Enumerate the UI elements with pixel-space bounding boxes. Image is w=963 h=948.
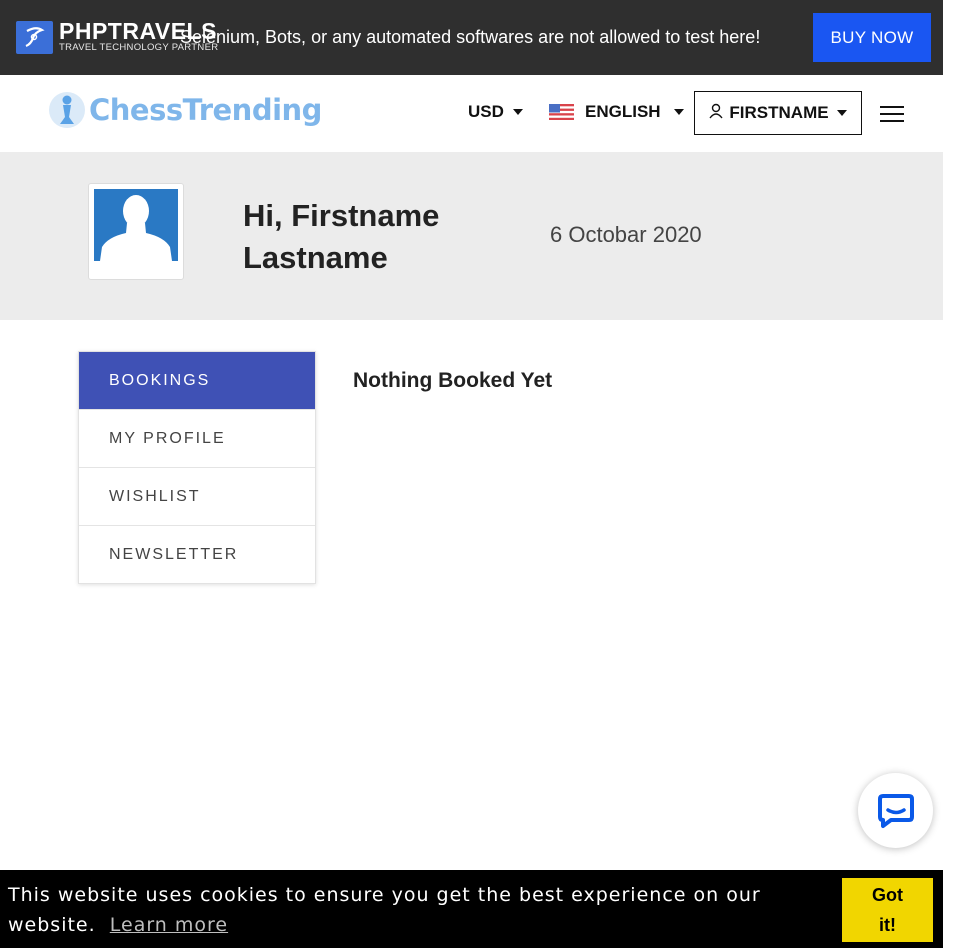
sidebar-item-bookings[interactable]: BOOKINGS	[79, 352, 315, 409]
chess-pawn-icon	[49, 92, 85, 128]
phptravels-logo-icon	[16, 21, 53, 54]
chat-bubble-icon	[877, 793, 914, 828]
live-chat-button[interactable]	[858, 773, 933, 848]
account-sidebar-menu: BOOKINGS MY PROFILE WISHLIST NEWSLETTER	[78, 351, 316, 584]
user-icon	[709, 103, 723, 119]
us-flag-icon	[549, 104, 574, 120]
avatar	[88, 183, 184, 280]
got-it-button[interactable]: Got it!	[842, 878, 933, 942]
currency-label: USD	[468, 102, 504, 121]
current-date: 6 Octobar 2020	[550, 222, 702, 247]
top-notice-bar: PHPTRAVELS TRAVEL TECHNOLOGY PARTNER Sel…	[0, 0, 943, 75]
learn-more-link[interactable]: Learn more	[110, 914, 228, 936]
sidebar-item-wishlist[interactable]: WISHLIST	[79, 467, 315, 525]
user-silhouette-icon	[94, 189, 178, 261]
cookie-consent-bar: This website uses cookies to ensure you …	[0, 870, 943, 948]
sidebar-item-my-profile[interactable]: MY PROFILE	[79, 409, 315, 467]
caret-down-icon	[512, 109, 523, 115]
caret-down-icon	[836, 110, 847, 116]
user-account-dropdown[interactable]: FIRSTNAME	[694, 91, 862, 135]
sidebar-item-newsletter[interactable]: NEWSLETTER	[79, 525, 315, 583]
hamburger-icon[interactable]	[880, 106, 904, 122]
bot-warning-notice: Selenium, Bots, or any automated softwar…	[180, 27, 761, 47]
greeting-text: Hi, Firstname Lastname	[243, 198, 440, 275]
chesstrending-logo[interactable]: ChessTrending	[48, 90, 322, 130]
profile-banner: Hi, Firstname Lastname 6 Octobar 2020	[0, 152, 943, 320]
got-it-label: Got it!	[872, 885, 903, 935]
cookie-message-block: This website uses cookies to ensure you …	[8, 880, 828, 940]
site-name: ChessTrending	[89, 93, 322, 127]
greeting-heading: Hi, Firstname Lastname	[243, 195, 503, 279]
caret-down-icon	[673, 109, 684, 115]
site-header: ChessTrending USD ENGLISH FIRSTNAME	[0, 75, 943, 152]
language-label: ENGLISH	[585, 102, 661, 121]
empty-bookings-message: Nothing Booked Yet	[353, 369, 553, 392]
buy-now-button[interactable]: BUY NOW	[813, 13, 931, 62]
currency-dropdown[interactable]: USD	[468, 102, 523, 122]
user-label: FIRSTNAME	[729, 103, 829, 122]
language-dropdown[interactable]: ENGLISH	[549, 102, 684, 122]
